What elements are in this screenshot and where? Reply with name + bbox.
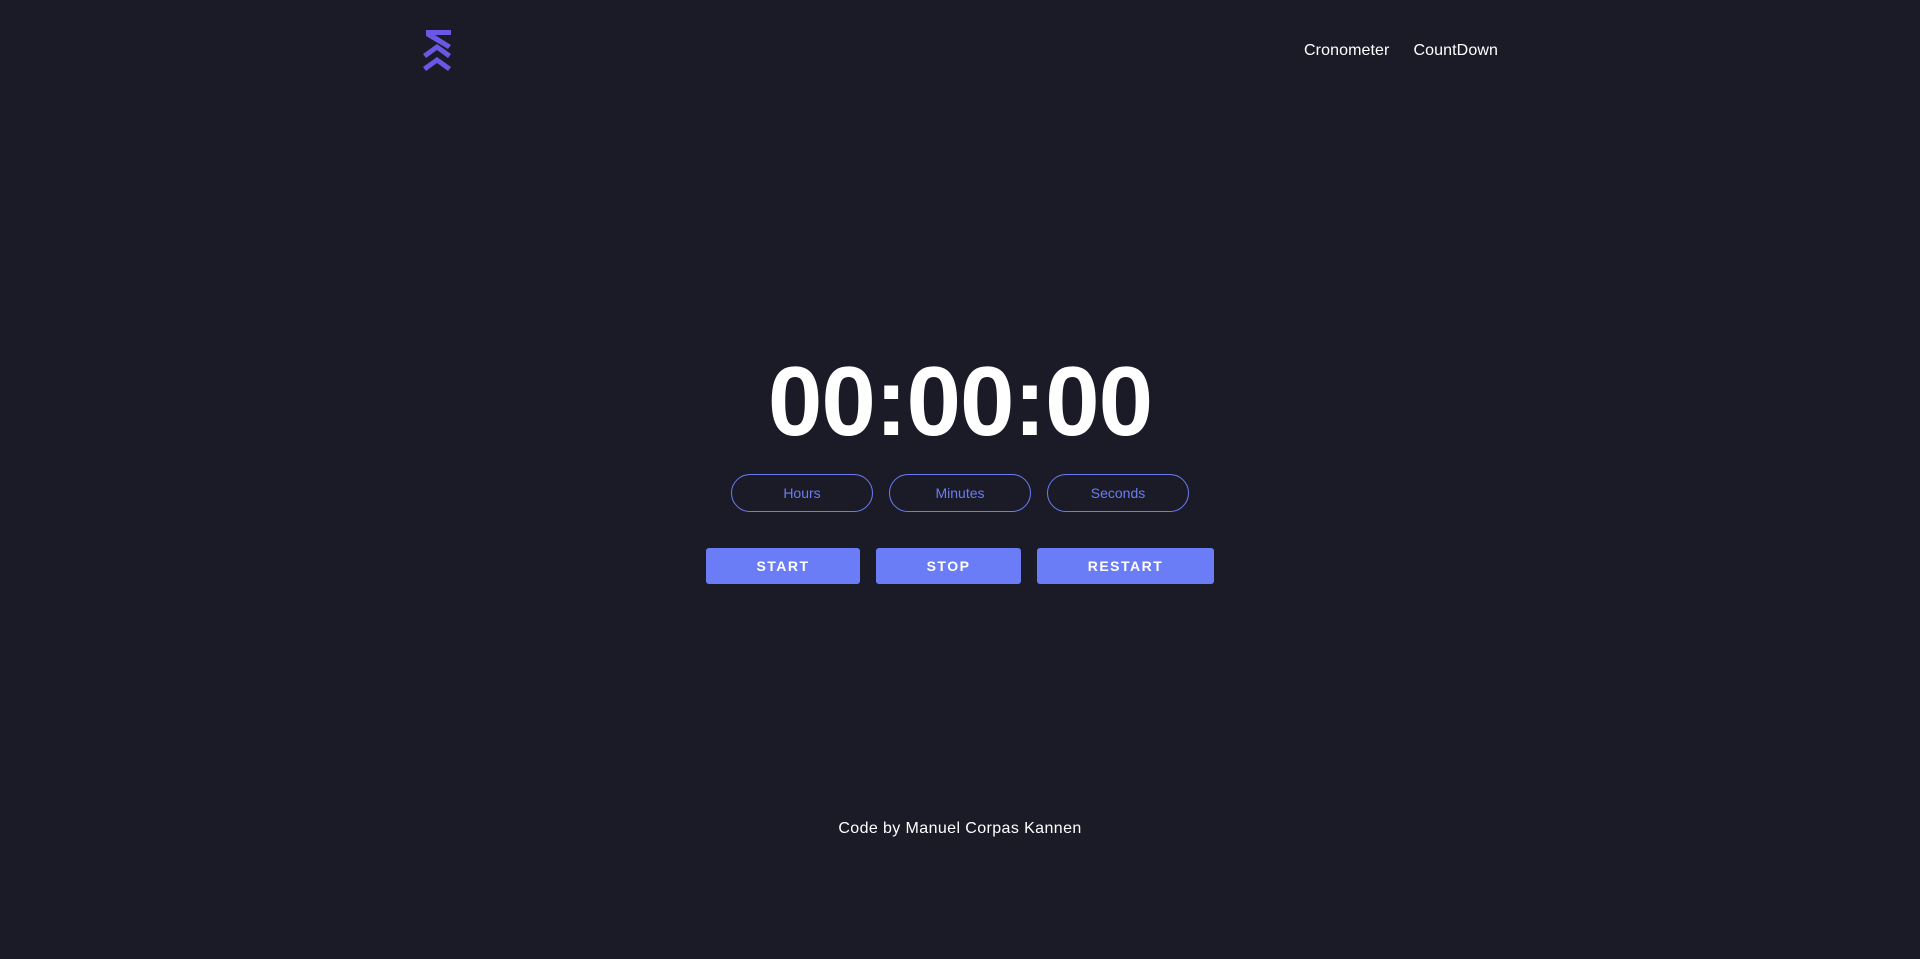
kk-chevron-logo-icon [423, 30, 451, 71]
nav-link-cronometer[interactable]: Cronometer [1304, 42, 1389, 60]
timer-display: 00:00:00 [767, 346, 1153, 456]
time-inputs [731, 474, 1189, 512]
seconds-input[interactable] [1047, 474, 1189, 512]
logo-icon[interactable] [421, 28, 455, 74]
footer-credit: Code by Manuel Corpas Kannen [838, 820, 1082, 837]
control-buttons: START STOP RESTART [706, 548, 1214, 584]
header: Cronometer CountDown [0, 0, 1920, 104]
main-nav: Cronometer CountDown [1304, 42, 1498, 60]
page: Cronometer CountDown 00:00:00 START STOP… [0, 0, 1920, 959]
minutes-input[interactable] [889, 474, 1031, 512]
start-button[interactable]: START [706, 548, 860, 584]
stop-button[interactable]: STOP [876, 548, 1021, 584]
restart-button[interactable]: RESTART [1037, 548, 1214, 584]
hours-input[interactable] [731, 474, 873, 512]
nav-link-countdown[interactable]: CountDown [1413, 42, 1498, 60]
